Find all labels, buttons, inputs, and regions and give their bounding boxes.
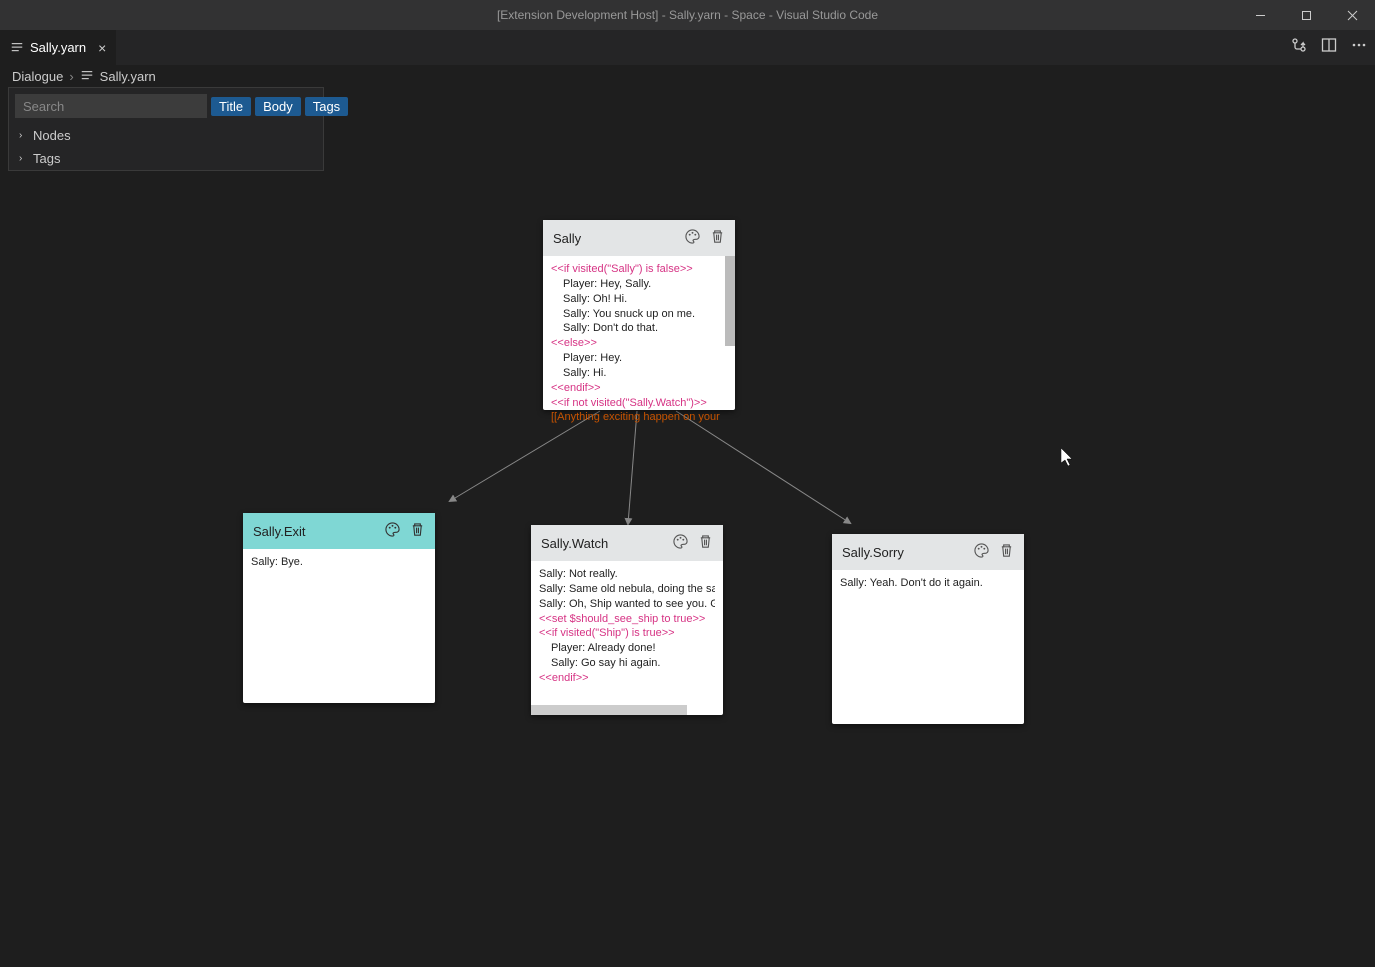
palette-icon[interactable] (385, 522, 400, 540)
node-sally[interactable]: Sally <<if visited("Sally") is false>>Pl… (543, 220, 735, 410)
compare-icon[interactable] (1291, 37, 1307, 58)
node-body[interactable]: Sally: Not really.Sally: Same old nebula… (531, 561, 723, 715)
filter-body[interactable]: Body (255, 97, 301, 116)
node-header[interactable]: Sally.Sorry (832, 534, 1024, 570)
chevron-right-icon: › (69, 69, 73, 84)
node-title: Sally.Watch (541, 536, 673, 551)
window-controls (1237, 0, 1375, 30)
search-input[interactable] (15, 94, 207, 118)
trash-icon[interactable] (710, 229, 725, 247)
node-body[interactable]: <<if visited("Sally") is false>>Player: … (543, 256, 735, 431)
side-panel: Title Body Tags › Nodes › Tags (8, 87, 324, 171)
trash-icon[interactable] (999, 543, 1014, 561)
file-icon (80, 69, 94, 83)
tree-label: Tags (33, 151, 60, 166)
close-icon[interactable]: × (98, 40, 106, 56)
node-sally-exit[interactable]: Sally.Exit Sally: Bye. (243, 513, 435, 703)
search-row: Title Body Tags (9, 88, 323, 124)
node-header[interactable]: Sally (543, 220, 735, 256)
file-icon (10, 41, 24, 55)
more-icon[interactable] (1351, 37, 1367, 58)
filter-title[interactable]: Title (211, 97, 251, 116)
trash-icon[interactable] (698, 534, 713, 552)
node-title: Sally (553, 231, 685, 246)
chevron-right-icon: › (19, 153, 29, 164)
node-body[interactable]: Sally: Yeah. Don't do it again. (832, 570, 1024, 724)
node-body[interactable]: Sally: Bye. (243, 549, 435, 703)
filter-tags[interactable]: Tags (305, 97, 348, 116)
tab-sally-yarn[interactable]: Sally.yarn × (0, 30, 116, 65)
mouse-cursor (1061, 448, 1077, 468)
node-title: Sally.Sorry (842, 545, 974, 560)
node-title: Sally.Exit (253, 524, 385, 539)
palette-icon[interactable] (974, 543, 989, 561)
tabbar: Sally.yarn × (0, 30, 1375, 65)
palette-icon[interactable] (685, 229, 700, 247)
tree-label: Nodes (33, 128, 71, 143)
palette-icon[interactable] (673, 534, 688, 552)
node-sally-sorry[interactable]: Sally.Sorry Sally: Yeah. Don't do it aga… (832, 534, 1024, 724)
titlebar: [Extension Development Host] - Sally.yar… (0, 0, 1375, 30)
close-window-button[interactable] (1329, 0, 1375, 30)
breadcrumb-file[interactable]: Sally.yarn (100, 69, 156, 84)
node-header[interactable]: Sally.Exit (243, 513, 435, 549)
tabbar-actions (1291, 30, 1367, 65)
node-sally-watch[interactable]: Sally.Watch Sally: Not really.Sally: Sam… (531, 525, 723, 715)
trash-icon[interactable] (410, 522, 425, 540)
tree-item-nodes[interactable]: › Nodes (9, 124, 323, 147)
node-header[interactable]: Sally.Watch (531, 525, 723, 561)
minimize-button[interactable] (1237, 0, 1283, 30)
maximize-button[interactable] (1283, 0, 1329, 30)
breadcrumb-folder[interactable]: Dialogue (12, 69, 63, 84)
split-editor-icon[interactable] (1321, 37, 1337, 58)
tree-item-tags[interactable]: › Tags (9, 147, 323, 170)
tab-label: Sally.yarn (30, 40, 86, 55)
window-title: [Extension Development Host] - Sally.yar… (497, 8, 878, 22)
scrollbar-horizontal[interactable] (531, 705, 687, 715)
breadcrumb[interactable]: Dialogue › Sally.yarn (0, 65, 1375, 87)
chevron-right-icon: › (19, 130, 29, 141)
